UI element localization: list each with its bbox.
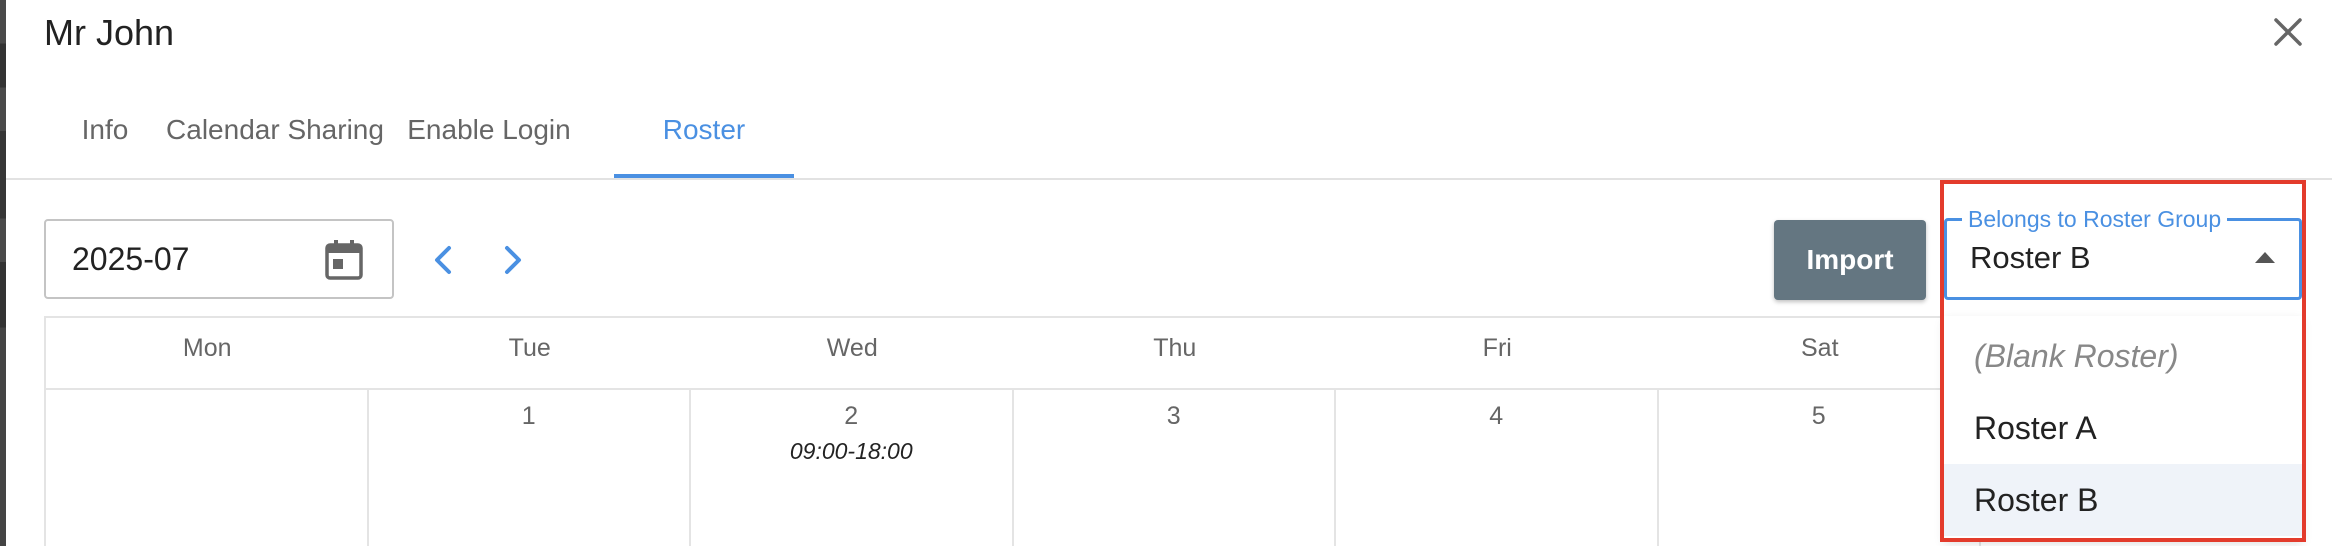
modal-title: Mr John — [44, 12, 175, 53]
calendar-day-cell[interactable]: 3 — [1014, 390, 1336, 546]
weekday-mon: Mon — [182, 334, 232, 362]
caret-up-icon[interactable] — [2254, 250, 2276, 264]
day-number: 5 — [1811, 402, 1826, 430]
weekday-fri: Fri — [1482, 334, 1512, 362]
calendar-weekday-header: Mon Tue Wed Thu Fri Sat — [46, 318, 1984, 390]
weekday-wed: Wed — [826, 334, 878, 362]
calendar-icon[interactable] — [324, 239, 364, 281]
month-value: 2025-07 — [72, 240, 190, 277]
day-number: 3 — [1166, 402, 1181, 430]
calendar-day-cell[interactable]: 1 — [369, 390, 691, 546]
roster-option-a[interactable]: Roster A — [1944, 392, 2302, 464]
day-number: 4 — [1489, 402, 1504, 430]
close-button[interactable] — [2266, 10, 2310, 54]
roster-group-menu: (Blank Roster) Roster A Roster B — [1944, 316, 2302, 540]
weekday-sat: Sat — [1800, 334, 1839, 362]
tab-roster[interactable]: Roster — [614, 100, 794, 178]
day-number: 1 — [521, 402, 536, 430]
chevron-left-icon[interactable] — [426, 240, 462, 280]
chevron-right-icon[interactable] — [494, 240, 530, 280]
roster-group-value: Roster B — [1970, 240, 2091, 275]
roster-group-label: Belongs to Roster Group — [1962, 205, 2228, 233]
calendar-week-row: 1 2 09:00-18:00 3 4 5 — [46, 390, 1984, 546]
day-number: 2 — [844, 402, 859, 430]
calendar-day-cell[interactable] — [46, 390, 369, 546]
tab-bar: Info Calendar Sharing Enable Login Roste… — [44, 100, 794, 178]
calendar-day-cell[interactable]: 2 09:00-18:00 — [691, 390, 1014, 546]
roster-option-b[interactable]: Roster B — [1944, 464, 2302, 536]
roster-option-blank[interactable]: (Blank Roster) — [1944, 320, 2302, 392]
tab-info[interactable]: Info — [44, 100, 166, 178]
close-icon — [2274, 18, 2302, 46]
tab-calendar-sharing[interactable]: Calendar Sharing — [166, 100, 384, 178]
tabs-divider — [6, 178, 2332, 180]
weekday-thu: Thu — [1153, 334, 1197, 362]
calendar-day-cell[interactable]: 5 — [1659, 390, 1981, 546]
left-edge-strip — [0, 0, 6, 546]
import-button[interactable]: Import — [1774, 220, 1926, 300]
tab-enable-login[interactable]: Enable Login — [384, 100, 594, 178]
calendar-day-cell[interactable]: 4 — [1336, 390, 1659, 546]
month-picker[interactable]: 2025-07 — [44, 219, 394, 299]
roster-calendar: Mon Tue Wed Thu Fri Sat 1 2 09:00-18:00 … — [44, 316, 1984, 546]
shift-time: 09:00-18:00 — [789, 438, 913, 464]
weekday-tue: Tue — [508, 334, 551, 362]
